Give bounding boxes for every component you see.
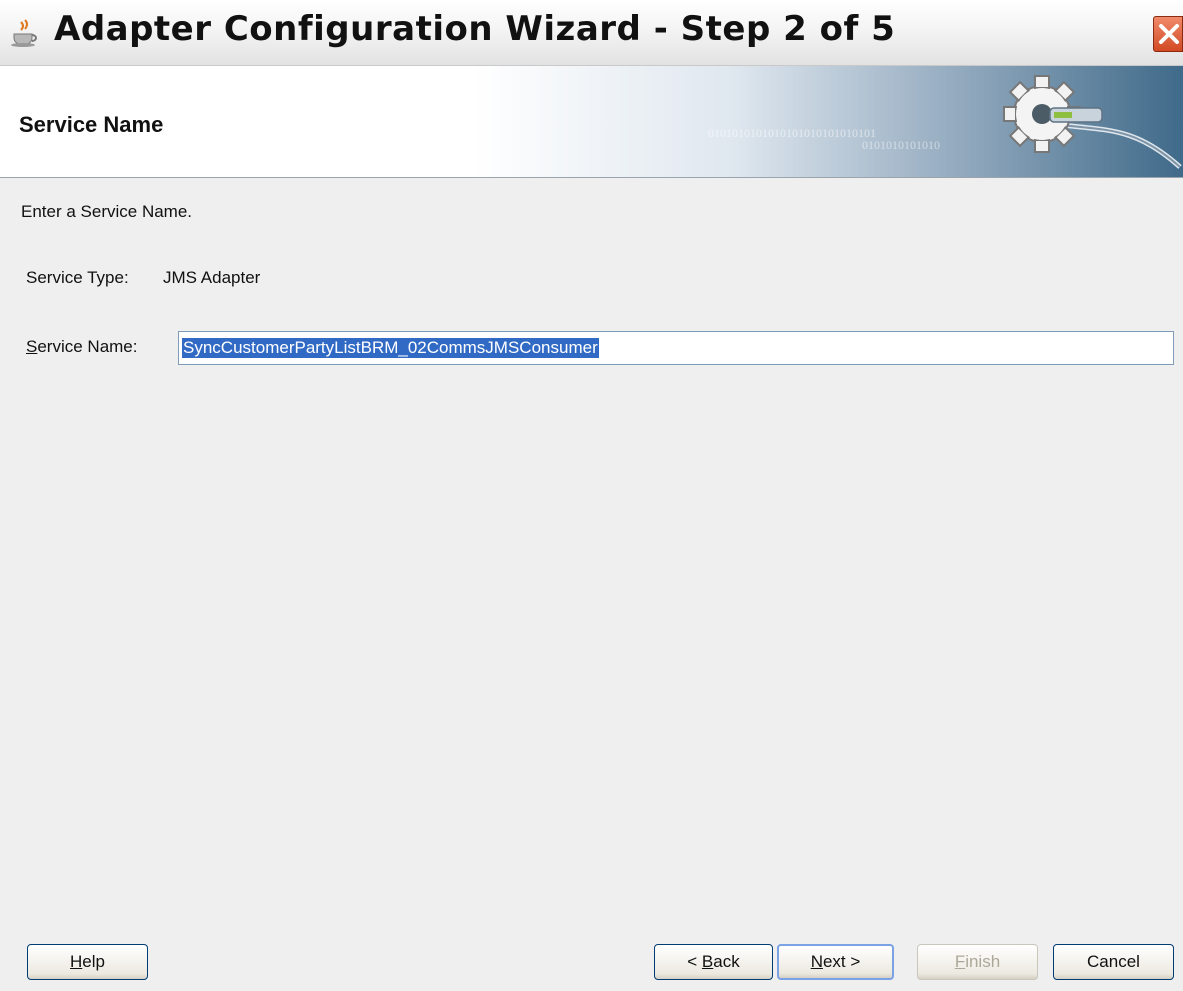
finish-button[interactable]: Finish [917,944,1038,980]
instruction-text: Enter a Service Name. [21,202,193,221]
service-name-label-mnemonic: S [26,337,38,356]
service-name-input[interactable]: SyncCustomerPartyListBRM_02CommsJMSConsu… [178,331,1174,365]
next-mnemonic: N [810,952,823,971]
banner-binary-decoration-2: 0101010101010 [862,138,940,152]
finish-mnemonic: F [954,952,966,971]
help-label: elp [82,952,105,971]
back-prefix: < [687,952,702,971]
close-button[interactable] [1153,16,1183,52]
back-button[interactable]: < Back [654,944,773,980]
service-type-label: Service Type: [26,268,129,287]
help-mnemonic: H [70,952,83,971]
banner-binary-decoration: 0101010101010101010101010101 [708,126,876,140]
gear-connector-icon [980,72,1183,172]
service-name-label: Service Name: [26,337,137,357]
finish-label: inish [965,952,1001,971]
cancel-button[interactable]: Cancel [1053,944,1174,980]
help-button[interactable]: Help [27,944,148,980]
service-name-label-text: ervice Name: [37,337,138,356]
back-label: ack [713,952,740,971]
java-cup-icon [8,16,42,50]
next-button[interactable]: Next > [777,944,894,980]
back-mnemonic: B [701,952,714,971]
wizard-banner: Service Name 010101010101010101010101010… [0,66,1183,178]
service-name-value: SyncCustomerPartyListBRM_02CommsJMSConsu… [182,338,599,358]
close-icon [1159,24,1179,44]
window-title: Adapter Configuration Wizard - Step 2 of… [54,9,896,49]
title-bar: Adapter Configuration Wizard - Step 2 of… [0,0,1183,66]
service-type-value: JMS Adapter [163,268,261,287]
page-title: Service Name [19,112,164,137]
next-label: ext > [822,952,861,971]
